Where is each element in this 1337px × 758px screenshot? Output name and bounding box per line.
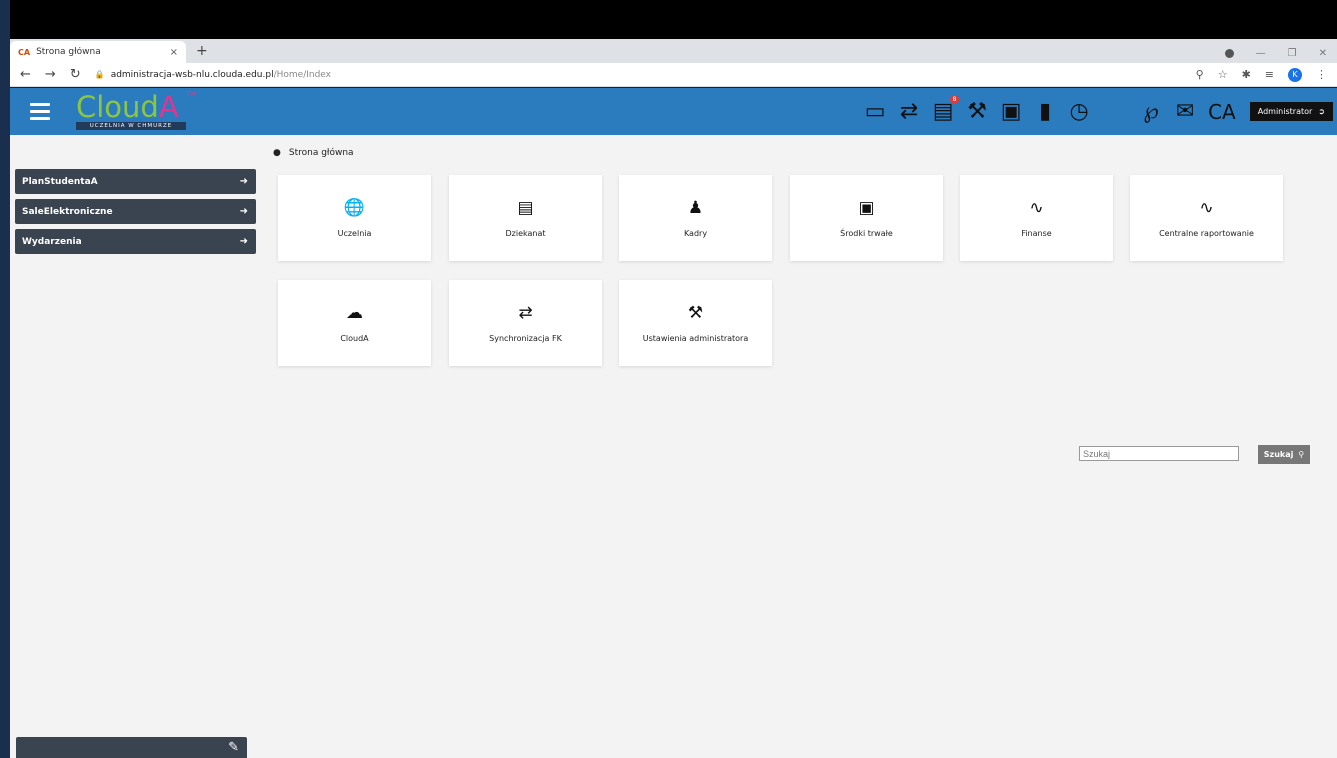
search-input[interactable]	[1079, 446, 1239, 461]
reload-icon[interactable]: ↻	[70, 67, 81, 82]
arrow-right-icon: ➜	[239, 176, 248, 187]
hamburger-menu-icon[interactable]	[30, 103, 50, 120]
search-button[interactable]: Szukaj ⚲	[1258, 445, 1310, 464]
tab-title: Strona główna	[36, 47, 101, 57]
arrow-right-icon: ➜	[239, 236, 248, 247]
trend-icon: ∿	[1029, 197, 1044, 218]
tile-ustawienia-administratora[interactable]: ⚒ Ustawienia administratora	[619, 280, 772, 366]
briefcase-icon: ▣	[858, 197, 875, 218]
admin-label: Administrator	[1257, 107, 1313, 116]
clouda-logo[interactable]: CloudA TM UCZELNIA W CHMURZE	[76, 89, 196, 132]
window-close-icon[interactable]: ✕	[1319, 48, 1327, 59]
forward-icon[interactable]: →	[45, 67, 56, 82]
sidebar-item-label: Wydarzenia	[22, 236, 82, 247]
tile-srodki-trwale[interactable]: ▣ Środki trwałe	[790, 175, 943, 261]
screen-bezel	[0, 0, 10, 758]
tile-label: Finanse	[1021, 228, 1052, 238]
tile-label: Centralne raportowanie	[1159, 228, 1254, 238]
browser-tab-bar: CA Strona główna × + — ❐ ✕	[10, 39, 1337, 63]
shuffle-icon[interactable]: ⇄	[898, 99, 920, 124]
tile-label: Środki trwałe	[840, 228, 893, 238]
restore-icon[interactable]: ❐	[1288, 48, 1297, 59]
browser-tab[interactable]: CA Strona główna ×	[10, 41, 186, 63]
bookmark-star-icon[interactable]: ☆	[1218, 68, 1228, 81]
favicon: CA	[18, 47, 31, 57]
notification-badge: 8	[950, 95, 960, 104]
logo-word-b: A	[158, 89, 179, 124]
tile-uczelnia[interactable]: 🌐 Uczelnia	[278, 175, 431, 261]
tile-synchronizacja-fk[interactable]: ⇄ Synchronizacja FK	[449, 280, 602, 366]
tile-clouda[interactable]: ☁ CloudA	[278, 280, 431, 366]
tile-kadry[interactable]: ♟ Kadry	[619, 175, 772, 261]
pinterest-icon[interactable]: ℘	[1140, 99, 1162, 124]
clock-icon[interactable]: ◷	[1068, 99, 1090, 124]
tile-centralne-raportowanie[interactable]: ∿ Centralne raportowanie	[1130, 175, 1283, 261]
breadcrumb: ● Strona główna	[273, 148, 354, 158]
id-card-icon: ▤	[517, 197, 534, 218]
sidebar: PlanStudentaA ➜ SaleElektroniczne ➜ Wyda…	[15, 169, 256, 259]
search-button-label: Szukaj	[1263, 450, 1294, 459]
shuffle-icon: ⇄	[518, 302, 533, 323]
reading-list-icon[interactable]: ≡	[1265, 68, 1274, 81]
pencil-icon: ✎	[228, 740, 239, 755]
logo-word-a: Cloud	[76, 89, 159, 124]
logo-subtitle: UCZELNIA W CHMURZE	[76, 121, 186, 130]
tile-label: Ustawienia administratora	[642, 333, 749, 343]
tools-icon: ⚒	[687, 302, 704, 323]
browser-toolbar-icons: ⚲ ☆ ✱ ≡ K ⋮	[1196, 67, 1327, 82]
tools-icon[interactable]: ⚒	[966, 99, 988, 124]
edit-bar[interactable]: ✎	[16, 737, 247, 758]
tile-dziekanat[interactable]: ▤ Dziekanat	[449, 175, 602, 261]
logout-icon: ➲	[1318, 107, 1325, 116]
mail-icon[interactable]: ✉	[1174, 99, 1196, 124]
sidebar-item-wydarzenia[interactable]: Wydarzenia ➜	[15, 229, 256, 254]
breadcrumb-label[interactable]: Strona główna	[289, 148, 354, 158]
cloud-icon: ☁	[346, 302, 363, 323]
tile-finanse[interactable]: ∿ Finanse	[960, 175, 1113, 261]
arrow-right-icon: ➜	[239, 206, 248, 217]
users-icon: ♟	[687, 197, 704, 218]
trend-icon: ∿	[1199, 197, 1214, 218]
logo-trademark: TM	[185, 89, 196, 98]
browser-menu-icon[interactable]: ⋮	[1316, 68, 1327, 81]
profile-avatar[interactable]: K	[1288, 67, 1302, 82]
clipboard-icon[interactable]: ▮	[1034, 99, 1056, 124]
ca-link[interactable]: CA	[1208, 100, 1236, 124]
archive-icon[interactable]: ▣	[1000, 99, 1022, 124]
tile-label: Kadry	[683, 228, 708, 238]
address-bar: ← → ↻ 🔒 administracja-wsb-nlu.clouda.edu…	[10, 63, 1337, 87]
extensions-icon[interactable]: ✱	[1242, 68, 1251, 81]
book-icon[interactable]: ▭	[864, 99, 886, 124]
lock-icon: 🔒	[94, 70, 105, 79]
url-host: administracja-wsb-nlu.clouda.edu.pl	[110, 69, 274, 80]
search-icon: ⚲	[1298, 450, 1305, 459]
tile-label: Uczelnia	[337, 228, 372, 238]
window-controls: — ❐ ✕	[1224, 48, 1337, 59]
url-path: /Home/Index	[273, 69, 332, 80]
tile-label: CloudA	[340, 333, 369, 343]
tile-label: Dziekanat	[505, 228, 546, 238]
news-icon[interactable]: ▤ 8	[932, 95, 960, 124]
sidebar-item-saleelektroniczne[interactable]: SaleElektroniczne ➜	[15, 199, 256, 224]
url-field[interactable]: 🔒 administracja-wsb-nlu.clouda.edu.pl/Ho…	[95, 70, 331, 80]
sidebar-item-label: SaleElektroniczne	[22, 206, 113, 217]
zoom-icon[interactable]: ⚲	[1196, 68, 1204, 81]
tab-close-icon[interactable]: ×	[170, 47, 178, 58]
app-header: CloudA TM UCZELNIA W CHMURZE ▭ ⇄ ▤ 8 ⚒ ▣ …	[10, 88, 1337, 135]
sidebar-item-label: PlanStudentaA	[22, 176, 98, 187]
record-icon[interactable]	[1224, 49, 1234, 58]
minimize-icon[interactable]: —	[1256, 48, 1266, 59]
tile-label: Synchronizacja FK	[489, 333, 562, 343]
sidebar-item-planstudentaa[interactable]: PlanStudentaA ➜	[15, 169, 256, 194]
header-icons: ▭ ⇄ ▤ 8 ⚒ ▣ ▮ ◷ ℘ ✉ CA	[864, 95, 1236, 124]
new-tab-button[interactable]: +	[196, 43, 208, 59]
screen-top-border	[10, 0, 1337, 39]
back-icon[interactable]: ←	[20, 67, 31, 82]
map-marker-icon: ●	[273, 148, 281, 158]
administrator-button[interactable]: Administrator ➲	[1249, 102, 1333, 121]
globe-icon: 🌐	[343, 197, 366, 218]
